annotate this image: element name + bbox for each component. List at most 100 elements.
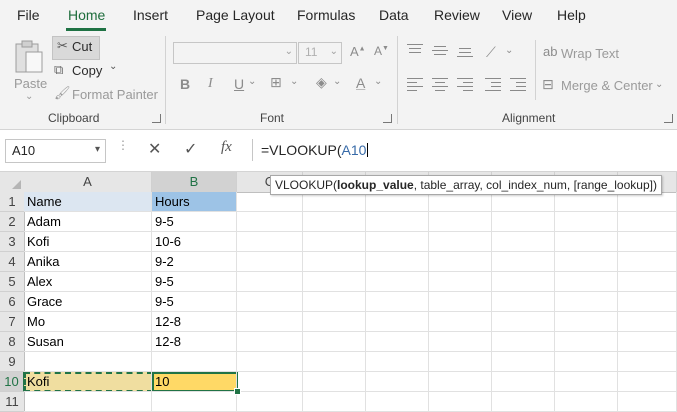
cell-c1[interactable] [237,192,303,212]
cell-g5[interactable] [492,272,555,292]
cell-c2[interactable] [237,212,303,232]
cell-e7[interactable] [366,312,429,332]
row-header-3[interactable]: 3 [0,232,25,252]
cell-x83[interactable] [618,232,677,252]
underline-dropdown-icon[interactable]: ⌄ [248,76,256,87]
cell-b11[interactable] [152,392,237,412]
cell-x79[interactable] [555,352,618,372]
clipboard-launcher-icon[interactable] [152,114,161,123]
tab-page-layout[interactable]: Page Layout [196,7,275,23]
merge-center-button[interactable]: Merge & Center [561,78,653,93]
underline-button[interactable]: U [234,76,244,92]
enter-icon[interactable]: ✓ [184,139,197,159]
cell-x82[interactable] [618,212,677,232]
cell-d11[interactable] [303,392,366,412]
top-align-icon[interactable] [407,44,423,56]
cell-g6[interactable] [492,292,555,312]
cell-b2[interactable]: 9-5 [152,212,237,232]
cell-b10[interactable]: 10 [152,372,237,392]
tab-view[interactable]: View [502,7,532,23]
cell-x73[interactable] [555,232,618,252]
name-box[interactable]: A10 ▾ [5,139,106,163]
wrap-text-button[interactable]: Wrap Text [561,46,619,61]
cell-f2[interactable] [429,212,492,232]
cell-a8[interactable]: Susan [24,332,152,352]
cell-x87[interactable] [618,312,677,332]
column-header-a[interactable]: A [24,172,152,193]
row-header-5[interactable]: 5 [0,272,25,292]
row-header-4[interactable]: 4 [0,252,25,272]
cell-b3[interactable]: 10-6 [152,232,237,252]
cell-x811[interactable] [618,392,677,412]
paste-dropdown-icon[interactable]: ⌄ [25,91,33,102]
orientation-dropdown-icon[interactable]: ⌄ [505,45,513,56]
cell-g11[interactable] [492,392,555,412]
cell-x77[interactable] [555,312,618,332]
align-left-icon[interactable] [407,78,423,94]
cell-g4[interactable] [492,252,555,272]
row-header-1[interactable]: 1 [0,192,25,212]
cell-f9[interactable] [429,352,492,372]
cell-x76[interactable] [555,292,618,312]
cell-d1[interactable] [303,192,366,212]
cell-c8[interactable] [237,332,303,352]
cell-d8[interactable] [303,332,366,352]
cell-g2[interactable] [492,212,555,232]
italic-button[interactable]: I [208,76,213,92]
cell-c3[interactable] [237,232,303,252]
cell-f5[interactable] [429,272,492,292]
font-color-icon[interactable]: A [356,75,365,91]
middle-align-icon[interactable] [432,46,448,58]
cell-d6[interactable] [303,292,366,312]
cell-f3[interactable] [429,232,492,252]
tab-file[interactable]: File [17,7,40,23]
cell-f7[interactable] [429,312,492,332]
cell-f1[interactable] [429,192,492,212]
cell-e6[interactable] [366,292,429,312]
row-header-9[interactable]: 9 [0,352,25,372]
cell-c6[interactable] [237,292,303,312]
row-header-7[interactable]: 7 [0,312,25,332]
cell-b1[interactable]: Hours [152,192,237,212]
row-header-6[interactable]: 6 [0,292,25,312]
cell-c5[interactable] [237,272,303,292]
fill-color-icon[interactable]: ◈ [316,74,327,91]
bottom-align-icon[interactable] [457,48,473,60]
tab-review[interactable]: Review [434,7,480,23]
row-header-2[interactable]: 2 [0,212,25,232]
cell-a6[interactable]: Grace [24,292,152,312]
formula-input[interactable]: =VLOOKUP(A10 [252,139,677,161]
cell-a7[interactable]: Mo [24,312,152,332]
cell-b7[interactable]: 12-8 [152,312,237,332]
function-tooltip[interactable]: VLOOKUP(lookup_value, table_array, col_i… [270,175,662,195]
font-launcher-icon[interactable] [383,114,392,123]
align-center-icon[interactable] [432,78,448,94]
cell-a3[interactable]: Kofi [24,232,152,252]
cell-g1[interactable] [492,192,555,212]
row-header-8[interactable]: 8 [0,332,25,352]
borders-dropdown-icon[interactable]: ⌄ [290,76,298,87]
bold-button[interactable]: B [180,76,190,92]
cell-x810[interactable] [618,372,677,392]
cell-d3[interactable] [303,232,366,252]
font-size-dropdown-icon[interactable]: ⌄ [330,46,338,57]
cell-g3[interactable] [492,232,555,252]
cell-c11[interactable] [237,392,303,412]
font-name-dropdown-icon[interactable]: ⌄ [285,46,293,57]
increase-font-icon[interactable]: A▲ [350,44,366,59]
select-all-button[interactable] [0,172,25,193]
cell-a11[interactable] [24,392,152,412]
font-size-field[interactable]: 11 ⌄ [298,42,342,64]
cell-x89[interactable] [618,352,677,372]
cell-d7[interactable] [303,312,366,332]
tooltip-active-argument[interactable]: lookup_value [337,178,414,192]
cell-e8[interactable] [366,332,429,352]
paste-button[interactable]: Paste ⌄ [10,38,50,108]
cell-x72[interactable] [555,212,618,232]
name-box-dropdown-icon[interactable]: ▾ [95,144,100,155]
decrease-font-icon[interactable]: A▼ [374,44,389,58]
cell-f6[interactable] [429,292,492,312]
cell-x81[interactable] [618,192,677,212]
cell-g7[interactable] [492,312,555,332]
cell-f8[interactable] [429,332,492,352]
